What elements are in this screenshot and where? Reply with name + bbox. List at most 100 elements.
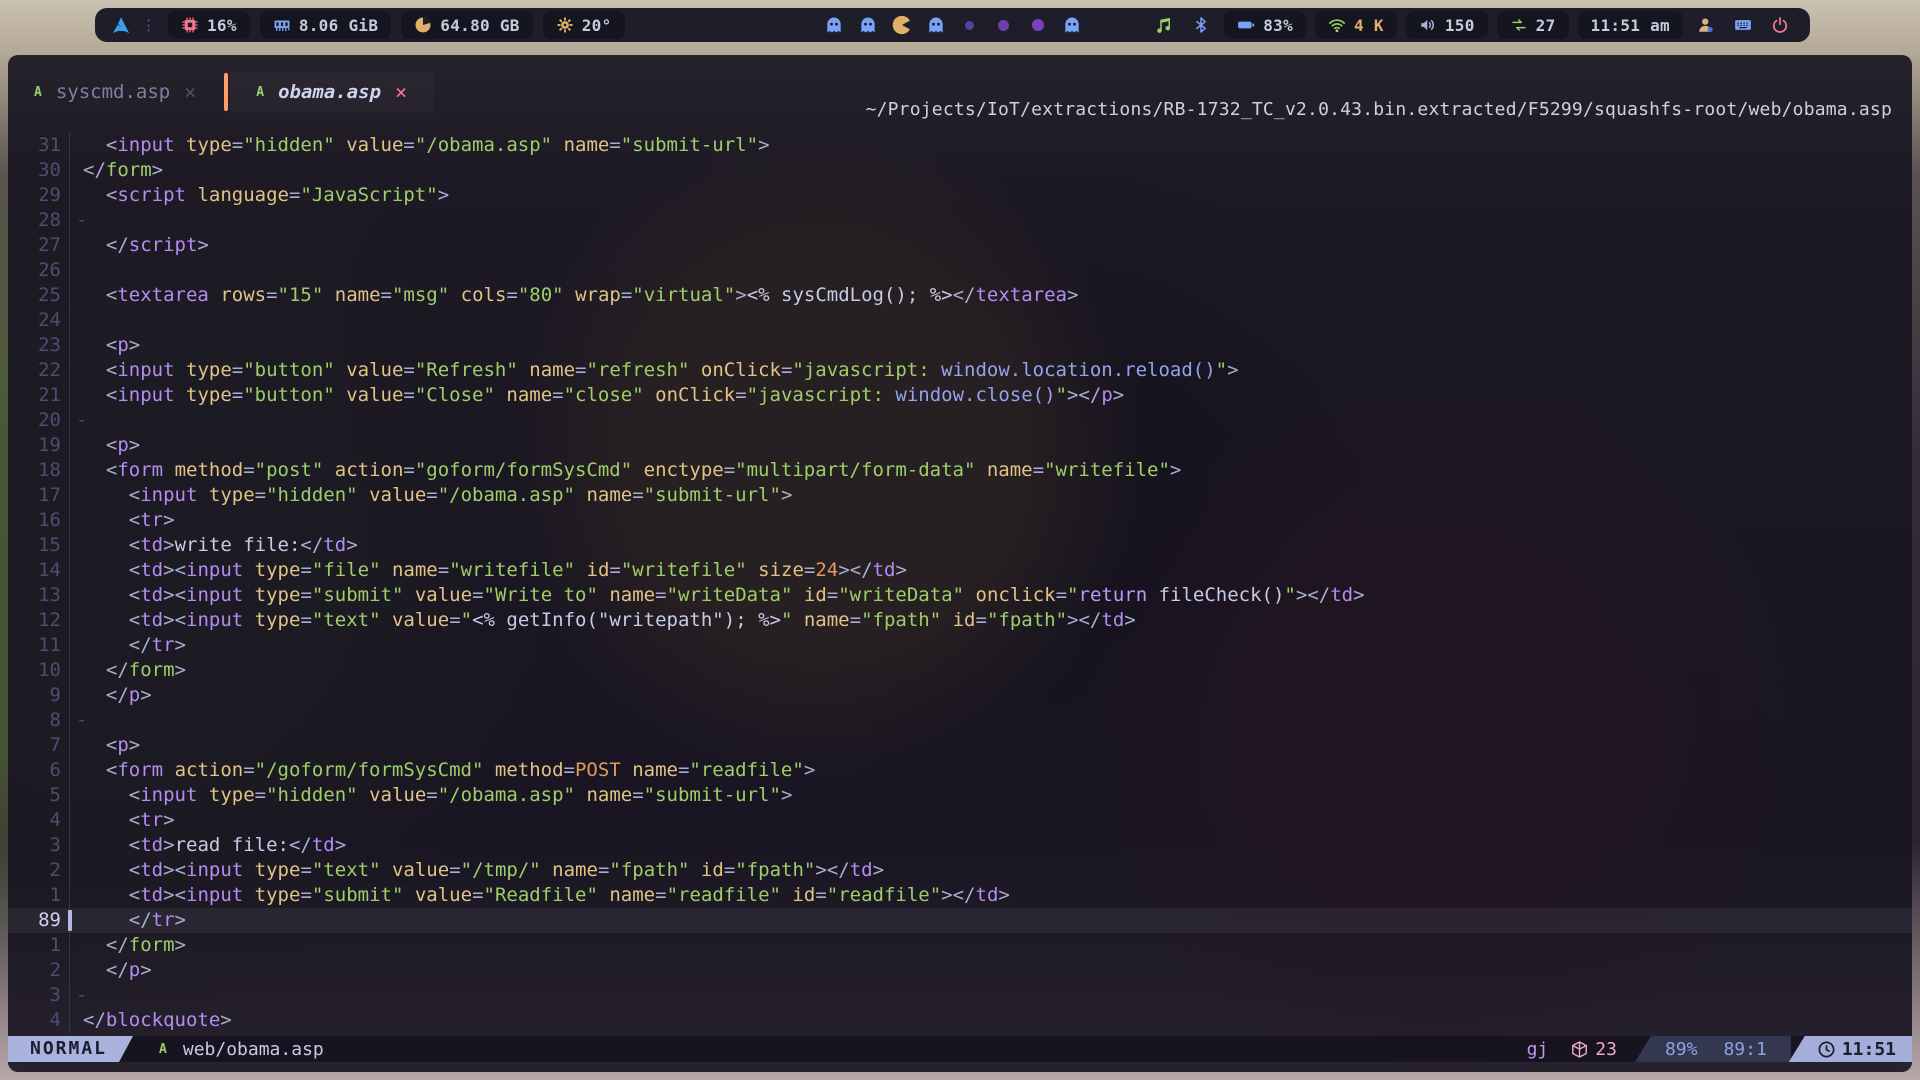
module-media[interactable] (1150, 11, 1178, 39)
mode-indicator: NORMAL (8, 1036, 133, 1062)
code-text: <td><input type="text" value="<% getInfo… (83, 608, 1136, 633)
code-line[interactable]: 10 </form> (8, 658, 1912, 683)
module-volume[interactable]: 150 (1406, 11, 1488, 39)
module-power[interactable] (1766, 11, 1794, 39)
power-icon (1771, 16, 1789, 34)
user-icon (1697, 16, 1715, 34)
line-number: 22 (8, 358, 70, 383)
code-text: <td><input type="submit" value="Write to… (83, 583, 1365, 608)
code-line[interactable]: 12 <td><input type="text" value="<% getI… (8, 608, 1912, 633)
code-line[interactable]: 31 <input type="hidden" value="/obama.as… (8, 133, 1912, 158)
filetype-icon: A (159, 1042, 167, 1057)
menu-dots-icon[interactable]: ⋮ (141, 16, 156, 34)
module-clock-value: 11:51 am (1591, 16, 1670, 35)
code-line[interactable]: 23 <p> (8, 333, 1912, 358)
workspace-1[interactable] (824, 15, 844, 35)
code-line[interactable]: 5 <input type="hidden" value="/obama.asp… (8, 783, 1912, 808)
cpu-icon (181, 16, 199, 34)
code-line[interactable]: 14 <td><input type="file" name="writefil… (8, 558, 1912, 583)
workspace-3[interactable] (892, 15, 912, 35)
code-line[interactable]: 4</blockquote> (8, 1008, 1912, 1033)
code-line[interactable]: 1 <td><input type="submit" value="Readfi… (8, 883, 1912, 908)
code-text: <td><input type="text" value="/tmp/" nam… (83, 858, 884, 883)
workspace-5[interactable] (960, 15, 980, 35)
code-line[interactable]: 19 <p> (8, 433, 1912, 458)
line-number: 23 (8, 333, 70, 358)
workspace-2[interactable] (858, 15, 878, 35)
line-number: 31 (8, 133, 70, 158)
code-line[interactable]: 18 <form method="post" action="goform/fo… (8, 458, 1912, 483)
code-line[interactable]: 1 </form> (8, 933, 1912, 958)
code-line[interactable]: 29 <script language="JavaScript"> (8, 183, 1912, 208)
workspace-8[interactable] (1062, 15, 1082, 35)
code-line[interactable]: 20- (8, 408, 1912, 433)
code-line[interactable]: 11 </tr> (8, 633, 1912, 658)
module-temperature-value: 20° (582, 16, 612, 35)
code-line[interactable]: 16 <tr> (8, 508, 1912, 533)
workspace-6[interactable] (994, 15, 1014, 35)
code-line[interactable]: 30</form> (8, 158, 1912, 183)
module-user[interactable] (1692, 11, 1720, 39)
code-text: <td>read file:</td> (83, 833, 346, 858)
code-line[interactable]: 3 <td>read file:</td> (8, 833, 1912, 858)
code-line[interactable]: 4 <tr> (8, 808, 1912, 833)
tab-close-icon[interactable]: × (184, 82, 196, 102)
module-network[interactable]: 4 K (1315, 11, 1397, 39)
module-battery[interactable]: 83% (1224, 11, 1306, 39)
code-line[interactable]: 2 <td><input type="text" value="/tmp/" n… (8, 858, 1912, 883)
filetype-icon: A (34, 85, 42, 100)
module-temperature[interactable]: 20° (543, 11, 625, 39)
code-line[interactable]: 27 </script> (8, 233, 1912, 258)
code-line[interactable]: 28- (8, 208, 1912, 233)
module-memory-value: 8.06 GiB (299, 16, 378, 35)
code-line[interactable]: 3- (8, 983, 1912, 1008)
code-text: </script> (83, 233, 209, 258)
pacman-icon (892, 15, 912, 35)
code-area[interactable]: 31 <input type="hidden" value="/obama.as… (8, 133, 1912, 1033)
tab-obama.asp[interactable]: Aobama.asp× (230, 71, 433, 113)
code-line[interactable]: 2 </p> (8, 958, 1912, 983)
line-number: 19 (8, 433, 70, 458)
code-line[interactable]: 24 (8, 308, 1912, 333)
code-line[interactable]: 25 <textarea rows="15" name="msg" cols="… (8, 283, 1912, 308)
filetype-icon: A (256, 85, 264, 100)
code-text: <p> (83, 333, 140, 358)
line-number: 24 (8, 308, 70, 333)
line-number: 8 (8, 708, 70, 733)
module-bluetooth[interactable] (1187, 11, 1215, 39)
line-number: 5 (8, 783, 70, 808)
code-line[interactable]: 13 <td><input type="submit" value="Write… (8, 583, 1912, 608)
line-number: 6 (8, 758, 70, 783)
tab-syscmd.asp[interactable]: Asyscmd.asp× (8, 71, 222, 113)
module-keyboard-layout[interactable] (1729, 11, 1757, 39)
code-line[interactable]: 89 </tr> (8, 908, 1912, 933)
scroll-percent: 89% (1665, 1039, 1698, 1060)
code-line[interactable]: 8- (8, 708, 1912, 733)
code-text: <p> (83, 433, 140, 458)
keyboard-icon (1734, 16, 1752, 34)
workspace-7[interactable] (1028, 15, 1048, 35)
module-cpu[interactable]: 16% (168, 11, 250, 39)
code-line[interactable]: 6 <form action="/goform/formSysCmd" meth… (8, 758, 1912, 783)
line-number: 3 (8, 983, 70, 1008)
code-line[interactable]: 15 <td>write file:</td> (8, 533, 1912, 558)
code-line[interactable]: 22 <input type="button" value="Refresh" … (8, 358, 1912, 383)
workspace-4[interactable] (926, 15, 946, 35)
code-line[interactable]: 17 <input type="hidden" value="/obama.as… (8, 483, 1912, 508)
code-line[interactable]: 7 <p> (8, 733, 1912, 758)
code-line[interactable]: 26 (8, 258, 1912, 283)
time-segment: 11:51 (1789, 1036, 1912, 1062)
module-disk[interactable]: 64.80 GB (401, 11, 532, 39)
module-disk-value: 64.80 GB (440, 16, 519, 35)
tab-close-icon[interactable]: × (395, 82, 407, 102)
line-number: 13 (8, 583, 70, 608)
arch-logo-icon[interactable] (111, 15, 131, 35)
module-updates[interactable]: 27 (1497, 11, 1569, 39)
line-number: 30 (8, 158, 70, 183)
code-line[interactable]: 21 <input type="button" value="Close" na… (8, 383, 1912, 408)
code-line[interactable]: 9 </p> (8, 683, 1912, 708)
statusline-filename: web/obama.asp (183, 1039, 324, 1060)
module-clock[interactable]: 11:51 am (1578, 11, 1683, 39)
code-text: </p> (83, 683, 152, 708)
module-memory[interactable]: 8.06 GiB (260, 11, 391, 39)
